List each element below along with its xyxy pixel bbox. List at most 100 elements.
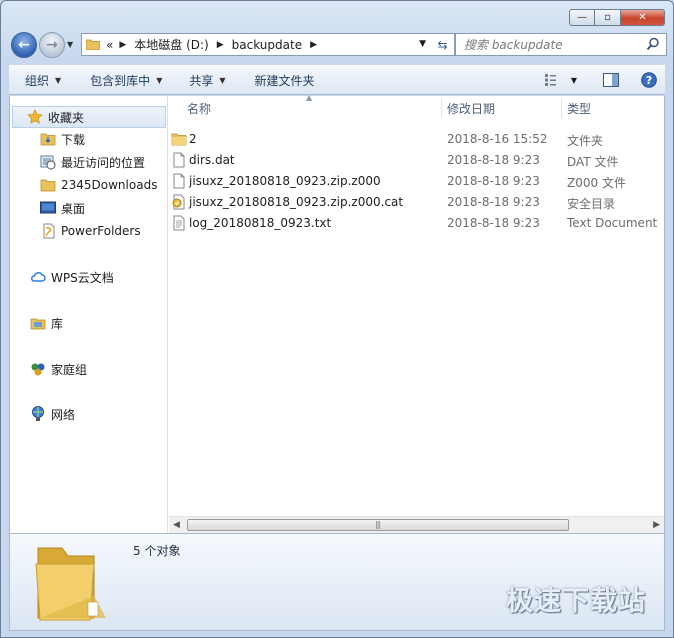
recent-pages-dropdown[interactable]: ▼ xyxy=(67,40,73,49)
watermark-logo: 极速下载站 xyxy=(506,586,646,617)
include-in-library-label: 包含到库中 xyxy=(90,73,151,88)
preview-pane-icon xyxy=(603,73,619,87)
desktop-icon xyxy=(40,200,56,216)
column-header-type[interactable]: 类型 xyxy=(559,96,659,120)
nav-item-downloads[interactable]: 下载 xyxy=(40,128,85,150)
preview-pane-button[interactable] xyxy=(585,66,627,94)
nav-favorites-label: 收藏夹 xyxy=(48,110,85,125)
close-button[interactable]: ✕ xyxy=(621,9,665,26)
chevron-right-icon[interactable]: ▶ xyxy=(310,40,317,50)
file-row[interactable]: jisuxz_20180818_0923.zip.z000.cat 2018-8… xyxy=(169,192,664,213)
organize-menu[interactable]: 组织 ▼ xyxy=(9,66,70,94)
scroll-left-arrow-icon[interactable]: ◀ xyxy=(173,520,180,530)
cloud-icon xyxy=(30,269,46,285)
toolbar-right: ▼ ? xyxy=(537,66,665,94)
powerfolder-icon xyxy=(40,223,56,239)
item-count: 5 个对象 xyxy=(133,544,181,558)
refresh-button[interactable]: ⇆ xyxy=(431,33,455,56)
command-bar: 组织 ▼ 包含到库中 ▼ 共享 ▼ 新建文件夹 ▼ ? xyxy=(9,65,665,95)
scrollbar-thumb[interactable]: ||| xyxy=(187,519,569,531)
homegroup-icon xyxy=(30,361,46,377)
file-date: 2018-8-16 15:52 xyxy=(447,132,548,146)
caption-buttons: — ▫ ✕ xyxy=(569,9,665,26)
share-label: 共享 xyxy=(189,73,214,88)
security-catalog-icon xyxy=(172,194,185,210)
nav-wps-label: WPS云文档 xyxy=(51,270,114,285)
nav-item-label: 最近访问的位置 xyxy=(61,155,146,170)
breadcrumb-drive[interactable]: 本地磁盘 (D:) xyxy=(134,36,208,53)
file-type: 安全目录 xyxy=(567,197,616,211)
nav-item-label: PowerFolders xyxy=(61,224,141,238)
scroll-right-arrow-icon[interactable]: ▶ xyxy=(653,520,660,530)
maximize-button[interactable]: ▫ xyxy=(595,9,621,26)
large-folder-icon xyxy=(35,547,106,621)
column-header-name-label: 名称 xyxy=(187,101,212,116)
chevron-right-icon[interactable]: ▶ xyxy=(119,40,126,50)
file-date: 2018-8-18 9:23 xyxy=(447,174,540,188)
address-history-dropdown[interactable]: ▼ xyxy=(419,39,426,49)
address-bar[interactable]: « ▶ 本地磁盘 (D:) ▶ backupdate ▶ ▼ xyxy=(81,33,433,56)
file-date: 2018-8-18 9:23 xyxy=(447,153,540,167)
file-row[interactable]: log_20180818_0923.txt 2018-8-18 9:23 Tex… xyxy=(169,213,664,234)
organize-label: 组织 xyxy=(25,73,50,88)
nav-homegroup[interactable]: 家庭组 xyxy=(30,358,87,380)
include-in-library-menu[interactable]: 包含到库中 ▼ xyxy=(70,66,171,94)
minimize-button[interactable]: — xyxy=(569,9,595,26)
nav-homegroup-label: 家庭组 xyxy=(51,362,88,377)
file-type: Z000 文件 xyxy=(567,176,626,190)
nav-item-2345downloads[interactable]: 2345Downloads xyxy=(40,174,157,196)
nav-item-label: 下载 xyxy=(61,132,86,147)
forward-button[interactable]: → xyxy=(39,32,65,58)
downloads-folder-icon xyxy=(40,131,56,147)
nav-item-label: 桌面 xyxy=(61,201,86,216)
address-overflow[interactable]: « xyxy=(106,38,113,52)
network-icon xyxy=(30,406,46,422)
nav-item-label: 2345Downloads xyxy=(61,178,158,192)
recent-places-icon xyxy=(40,154,56,170)
refresh-icon: ⇆ xyxy=(437,37,448,52)
column-header-date[interactable]: 修改日期 xyxy=(439,96,559,120)
column-header-name[interactable]: 名称 xyxy=(179,96,439,120)
search-input[interactable] xyxy=(464,37,634,52)
nav-item-recent-places[interactable]: 最近访问的位置 xyxy=(40,151,145,173)
column-header-row: ▲ 名称 修改日期 类型 xyxy=(169,93,664,120)
change-view-button[interactable]: ▼ xyxy=(537,66,585,94)
chevron-down-icon: ▼ xyxy=(55,75,62,85)
file-row[interactable]: 2 2018-8-16 15:52 文件夹 xyxy=(169,129,664,150)
column-header-date-label: 修改日期 xyxy=(447,101,496,116)
nav-favorites[interactable]: 收藏夹 xyxy=(12,106,166,128)
back-button[interactable]: ← xyxy=(11,32,37,58)
chevron-down-icon: ▼ xyxy=(570,75,577,85)
file-icon xyxy=(173,152,185,168)
arrow-left-icon: ← xyxy=(18,37,30,53)
file-name: 2 xyxy=(189,132,197,146)
nav-item-powerfolders[interactable]: PowerFolders xyxy=(40,220,141,242)
grip-icon: ||| xyxy=(375,520,381,529)
nav-library[interactable]: 库 xyxy=(30,312,63,334)
nav-network[interactable]: 网络 xyxy=(30,403,75,425)
chevron-right-icon[interactable]: ▶ xyxy=(217,40,224,50)
nav-wps-cloud[interactable]: WPS云文档 xyxy=(30,266,114,288)
file-icon xyxy=(173,173,185,189)
help-icon: ? xyxy=(641,72,657,88)
search-box[interactable] xyxy=(455,33,667,56)
text-file-icon xyxy=(173,215,185,231)
nav-item-desktop[interactable]: 桌面 xyxy=(40,197,85,219)
search-icon[interactable] xyxy=(646,37,660,51)
share-menu[interactable]: 共享 ▼ xyxy=(171,66,234,94)
file-name: dirs.dat xyxy=(189,153,235,167)
file-row[interactable]: dirs.dat 2018-8-18 9:23 DAT 文件 xyxy=(169,150,664,171)
folder-icon xyxy=(40,177,56,193)
file-row[interactable]: jisuxz_20180818_0923.zip.z000 2018-8-18 … xyxy=(169,171,664,192)
horizontal-scrollbar[interactable]: ◀ ||| ▶ xyxy=(169,516,664,533)
help-button[interactable]: ? xyxy=(627,66,665,94)
breadcrumb-backupdate[interactable]: backupdate xyxy=(232,38,302,52)
new-folder-button[interactable]: 新建文件夹 xyxy=(235,66,324,94)
file-list-pane[interactable]: ▲ 名称 修改日期 类型 2 2018-8-16 15:52 文件夹 dirs.… xyxy=(169,93,664,533)
file-type: DAT 文件 xyxy=(567,155,619,169)
navigation-pane[interactable]: 收藏夹 下载 最近访问的位置 2345Downloads 桌面 PowerFol… xyxy=(10,96,168,533)
file-name: jisuxz_20180818_0923.zip.z000 xyxy=(189,174,381,188)
nav-network-label: 网络 xyxy=(51,407,76,422)
file-type: Text Document xyxy=(567,216,658,230)
folder-icon xyxy=(86,39,100,50)
